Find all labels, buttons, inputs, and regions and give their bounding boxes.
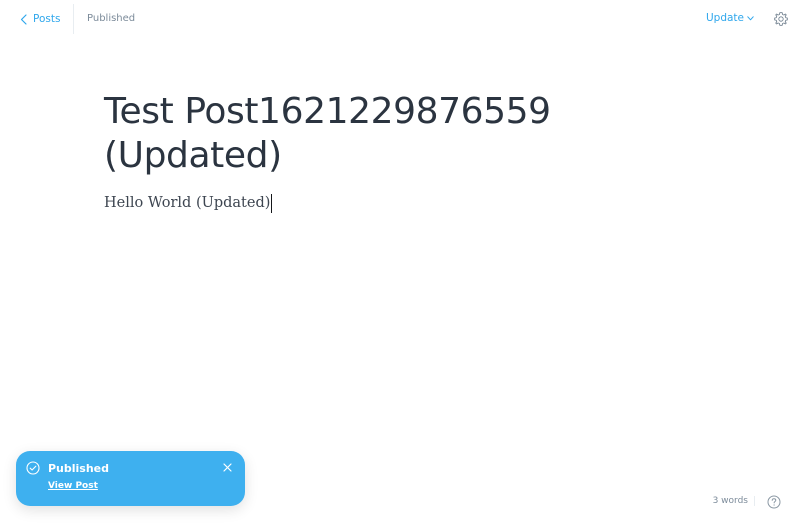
update-button-label: Update (705, 12, 744, 24)
check-circle-icon (26, 461, 40, 475)
close-icon[interactable] (223, 463, 232, 472)
gear-icon[interactable] (773, 11, 789, 27)
back-to-posts-link[interactable]: Posts (20, 12, 60, 26)
post-status: Published (87, 13, 136, 24)
text-caret (271, 193, 273, 213)
help-icon[interactable] (767, 495, 781, 509)
editor-page: Posts Published Update Test Post16212298… (0, 0, 800, 528)
publish-notification: Published View Post (16, 451, 245, 506)
header-divider (73, 4, 74, 34)
post-body-text: Hello World (Updated) (104, 195, 271, 211)
editor-header: Posts Published Update (0, 0, 800, 38)
post-body-editor[interactable]: Hello World (Updated) (104, 193, 273, 213)
notification-title: Published (48, 462, 110, 475)
chevron-left-icon (20, 13, 27, 25)
view-post-link[interactable]: View Post (48, 481, 98, 491)
chevron-down-icon (747, 15, 754, 20)
word-count: 3 words (713, 496, 755, 506)
update-button[interactable]: Update (706, 12, 754, 24)
post-title[interactable]: Test Post1621229876559 (Updated) (104, 90, 574, 178)
back-link-label: Posts (33, 13, 61, 25)
